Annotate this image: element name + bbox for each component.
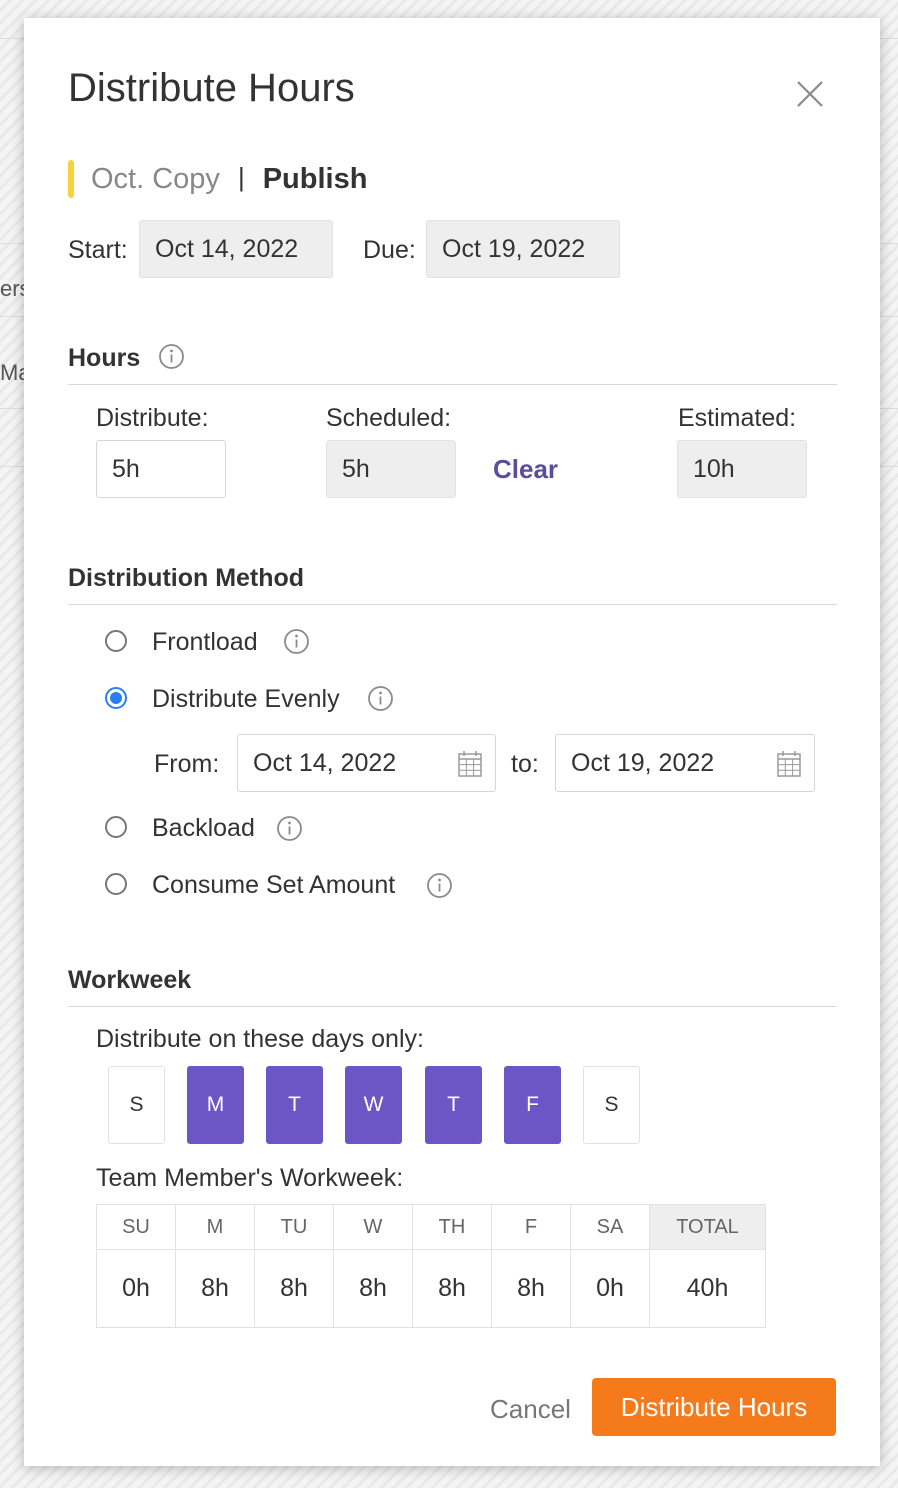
scheduled-label: Scheduled: [326,404,452,432]
day-toggle-friday[interactable]: F [504,1066,561,1144]
table-row: 0h 8h 8h 8h 8h 8h 0h 40h [96,1249,766,1328]
team-workweek-label: Team Member's Workweek: [96,1164,404,1192]
day-toggle-thursday[interactable]: T [425,1066,482,1144]
radio-distribute-evenly[interactable] [105,687,127,709]
start-date-field: Oct 14, 2022 [139,220,333,278]
day-toggle-tuesday[interactable]: T [266,1066,323,1144]
to-date-input[interactable]: Oct 19, 2022 [555,734,815,792]
consume-set-amount-info-icon[interactable] [426,872,453,899]
info-icon [368,686,393,711]
project-color-indicator [68,160,74,198]
radio-consume-set-amount[interactable] [105,873,127,895]
consume-set-amount-label: Consume Set Amount [152,871,396,899]
radio-backload[interactable] [105,816,127,838]
table-header: SA [570,1204,650,1250]
table-header: TH [412,1204,492,1250]
team-workweek-table: SU M TU W TH F SA TOTAL 0h 8h 8h 8h 8h 8… [96,1204,766,1328]
table-cell: 8h [175,1249,255,1328]
frontload-label: Frontload [152,628,258,656]
info-icon [277,816,302,841]
table-cell: 8h [254,1249,334,1328]
distribute-hours-input[interactable]: 5h [96,440,226,498]
workweek-section-title: Workweek [68,966,192,994]
backload-label: Backload [152,814,255,842]
project-name: Oct. Copy [91,162,220,195]
table-header: SU [96,1204,176,1250]
estimated-hours-field: 10h [677,440,807,498]
estimated-label: Estimated: [678,404,797,432]
phase-name: Publish [262,162,368,195]
modal-title: Distribute Hours [68,66,355,110]
days-label: Distribute on these days only: [96,1025,424,1053]
distribute-evenly-label: Distribute Evenly [152,685,340,713]
info-icon [427,873,452,898]
distribute-evenly-info-icon[interactable] [367,685,394,712]
table-cell: 8h [412,1249,492,1328]
radio-frontload[interactable] [105,630,127,652]
to-date-value: Oct 19, 2022 [571,748,715,777]
from-label: From: [154,750,220,778]
table-cell: 8h [333,1249,413,1328]
close-icon [797,81,823,107]
day-toggle-sunday[interactable]: S [108,1066,165,1144]
calendar-icon[interactable] [458,751,482,777]
table-cell: 0h [570,1249,650,1328]
table-header: F [491,1204,571,1250]
due-label: Due: [363,236,416,264]
table-header-row: SU M TU W TH F SA TOTAL [96,1204,766,1250]
close-button[interactable] [792,76,828,112]
scheduled-hours-field: 5h [326,440,456,498]
hours-divider [68,384,837,385]
clear-link[interactable]: Clear [493,454,558,485]
day-toggle-monday[interactable]: M [187,1066,244,1144]
hours-section-title: Hours [68,344,141,372]
project-breadcrumb: Oct. Copy | Publish [68,160,367,198]
backload-info-icon[interactable] [276,815,303,842]
table-cell: 8h [491,1249,571,1328]
method-divider [68,604,837,605]
distribute-label: Distribute: [96,404,209,432]
method-section-title: Distribution Method [68,564,305,592]
from-date-input[interactable]: Oct 14, 2022 [237,734,496,792]
info-icon [159,344,184,369]
due-date-field: Oct 19, 2022 [426,220,620,278]
table-cell-total: 40h [649,1249,766,1328]
start-label: Start: [68,236,128,264]
day-toggle-saturday[interactable]: S [583,1066,640,1144]
to-label: to: [511,750,539,778]
table-header: M [175,1204,255,1250]
table-header: W [333,1204,413,1250]
table-cell: 0h [96,1249,176,1328]
distribute-hours-button[interactable]: Distribute Hours [592,1378,836,1436]
info-icon [284,629,309,654]
table-header: TU [254,1204,334,1250]
frontload-info-icon[interactable] [283,628,310,655]
workweek-divider [68,1006,837,1007]
calendar-icon[interactable] [777,751,801,777]
from-date-value: Oct 14, 2022 [253,748,397,777]
table-header-total: TOTAL [649,1204,766,1250]
day-toggle-wednesday[interactable]: W [345,1066,402,1144]
hours-info-icon[interactable] [158,343,185,370]
distribute-hours-modal: Distribute Hours Oct. Copy | Publish Sta… [24,18,880,1466]
cancel-button[interactable]: Cancel [490,1394,571,1425]
breadcrumb-separator: | [237,161,245,192]
